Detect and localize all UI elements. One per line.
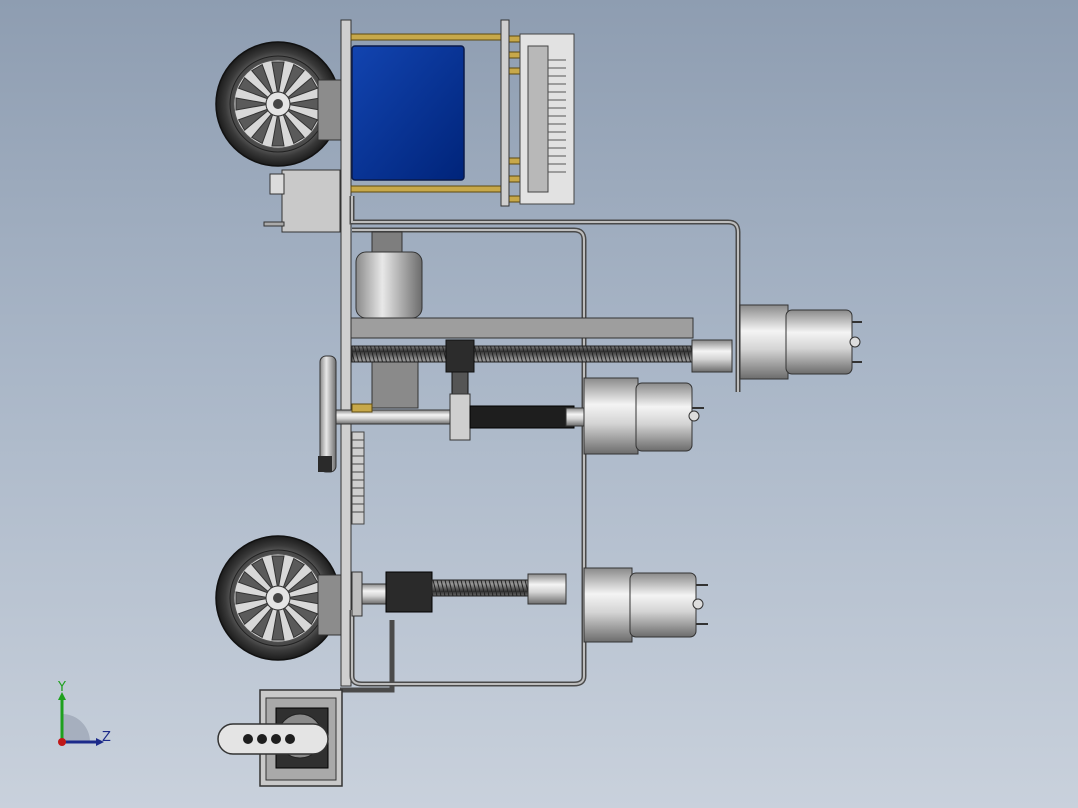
lower-screw-coupler (527, 573, 567, 605)
triad-z-label: Z (102, 730, 111, 745)
upper-lead-screw (351, 345, 693, 363)
frame-plate (340, 19, 352, 687)
vertical-motor (355, 251, 423, 319)
upper-right-motor (739, 304, 789, 380)
drum-disk (319, 355, 337, 473)
triad-y-label: Y (58, 680, 66, 695)
coordinate-triad: Y Z (50, 680, 120, 754)
lower-flange (351, 571, 363, 617)
middle-screw-sleeve (469, 405, 575, 429)
upper-screw-nut (445, 339, 475, 373)
gear-rack (351, 431, 365, 525)
lower-screw-nut (385, 571, 433, 613)
upper-wheel-hub-block (317, 79, 343, 141)
robot-assembly-model[interactable] (0, 0, 1078, 808)
lower-wheel-hub-block (317, 574, 343, 636)
lower-motor (583, 567, 633, 643)
upper-screw-coupler (691, 339, 733, 373)
cross-beam (350, 317, 694, 339)
middle-bearing (449, 393, 471, 441)
middle-motor (583, 377, 639, 455)
side-gearbox (281, 169, 341, 233)
lower-lead-screw (431, 579, 529, 597)
battery-bay-plate (500, 19, 510, 207)
cad-viewport[interactable]: Y Z (0, 0, 1078, 808)
battery-pack (351, 45, 465, 181)
